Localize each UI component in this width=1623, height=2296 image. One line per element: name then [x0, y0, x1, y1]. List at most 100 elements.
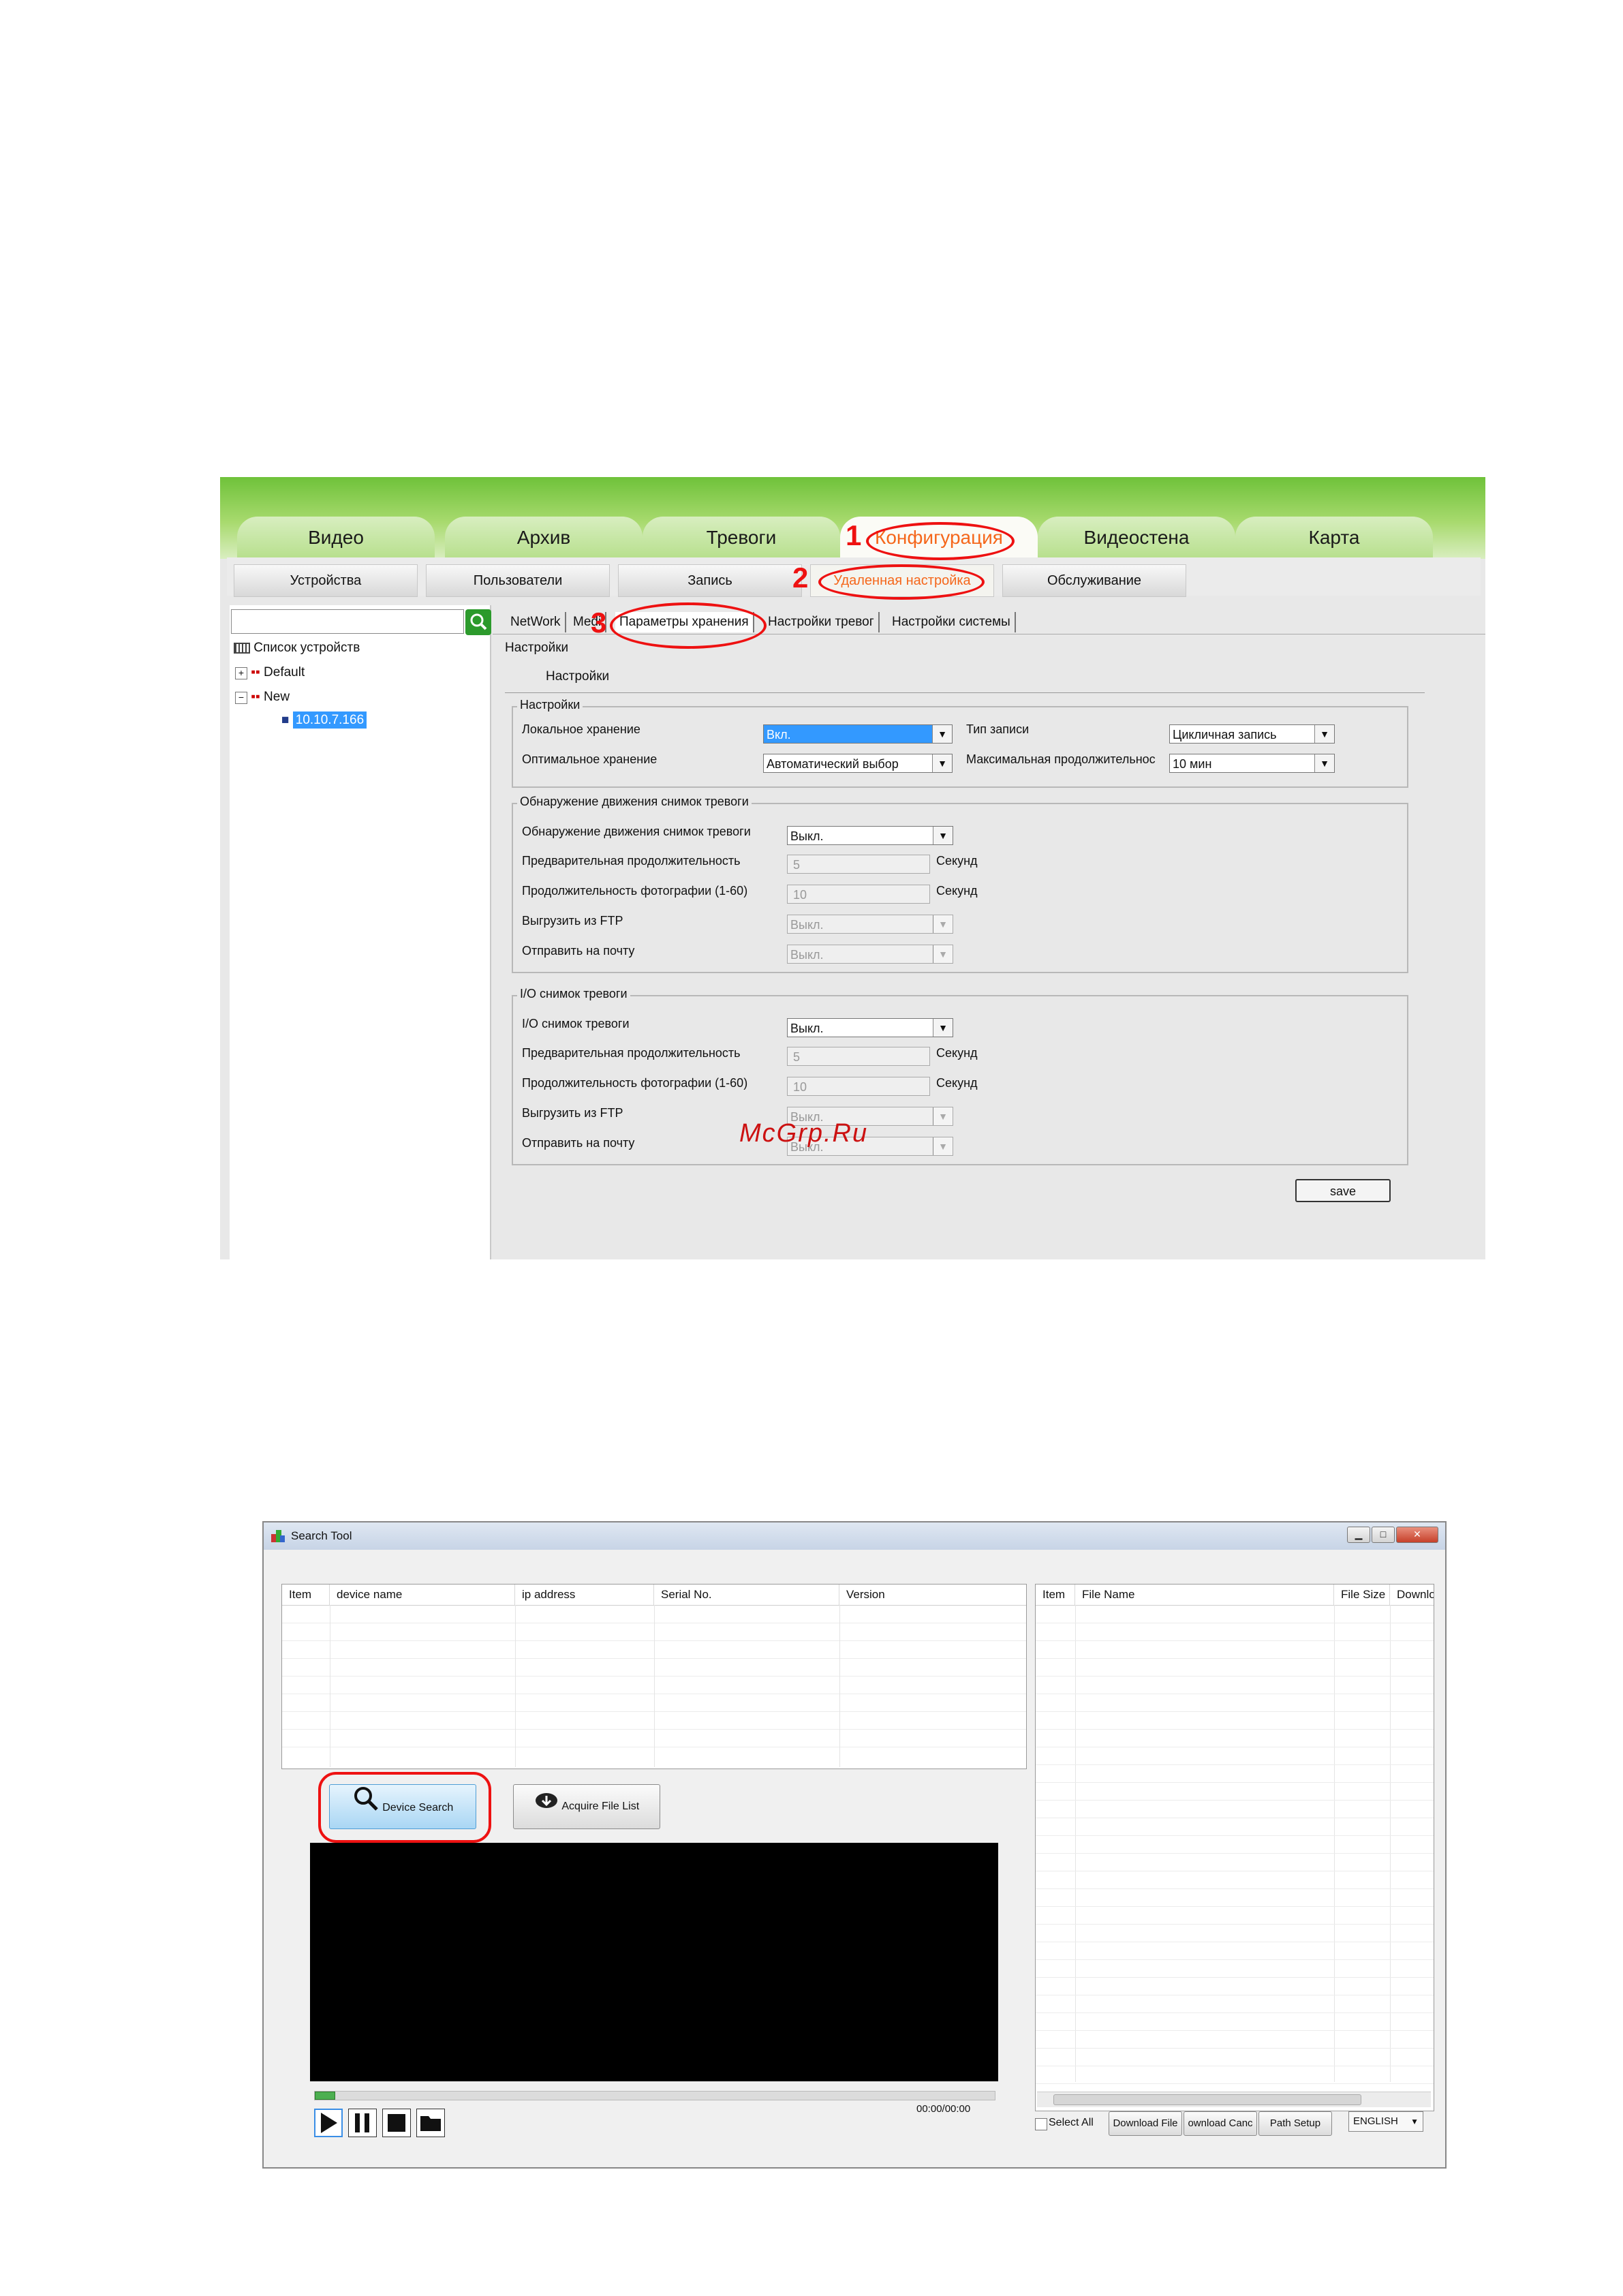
column-line [1075, 1605, 1076, 2082]
tab-archive[interactable]: Архив [445, 517, 643, 557]
settings-group [512, 706, 1408, 788]
path-setup-button[interactable]: Path Setup [1258, 2111, 1332, 2136]
chevron-down-icon[interactable]: ▼ [933, 1107, 953, 1125]
section-divider [505, 692, 1425, 693]
chevron-down-icon[interactable]: ▼ [933, 945, 953, 963]
collapse-icon[interactable]: − [235, 692, 247, 704]
progress-slider[interactable] [314, 2091, 995, 2100]
video-preview[interactable] [310, 1843, 998, 2081]
horizontal-scrollbar[interactable] [1037, 2092, 1431, 2107]
tab-video[interactable]: Видео [237, 517, 435, 557]
row-line [1036, 1977, 1434, 1978]
motion-group-title: Обнаружение движения снимок тревоги [517, 795, 752, 809]
inner-subtab[interactable]: Настройки [546, 669, 609, 684]
subtab-users[interactable]: Пользователи [426, 564, 610, 597]
select-all-checkbox[interactable] [1035, 2118, 1047, 2130]
acquire-file-list-button[interactable]: Acquire File List [513, 1784, 660, 1829]
chevron-down-icon[interactable]: ▼ [1410, 2112, 1419, 2131]
local-storage-select[interactable]: Вкл. ▼ [763, 724, 953, 744]
expand-icon[interactable]: + [235, 667, 247, 679]
chevron-down-icon[interactable]: ▼ [932, 725, 952, 743]
cfg-tab-alarm-settings[interactable]: Настройки тревог [764, 612, 880, 632]
tab-map[interactable]: Карта [1235, 517, 1433, 557]
row-line [1036, 1711, 1434, 1712]
tab-alarms[interactable]: Тревоги [643, 517, 840, 557]
max-duration-select[interactable]: 10 мин ▼ [1169, 754, 1335, 773]
io-photo-duration-input[interactable]: 10 [787, 1077, 930, 1096]
subtab-record[interactable]: Запись [618, 564, 802, 597]
open-folder-button[interactable] [416, 2109, 445, 2137]
seconds-label: Секунд [936, 1076, 978, 1090]
stop-button[interactable] [382, 2109, 411, 2137]
cfg-tab-system-settings[interactable]: Настройки системы [888, 612, 1016, 632]
tree-device-item[interactable]: ■ 10.10.7.166 [281, 711, 367, 729]
folder-icon [420, 2116, 441, 2131]
maximize-button[interactable]: □ [1372, 1527, 1395, 1543]
row-line [1036, 1764, 1434, 1765]
column-header[interactable]: ip address [515, 1585, 654, 1605]
row-line [1036, 1853, 1434, 1854]
record-type-select[interactable]: Цикличная запись ▼ [1169, 724, 1335, 744]
stop-icon [388, 2114, 405, 2132]
io-select[interactable]: Выкл. ▼ [787, 1018, 953, 1037]
subtab-devices[interactable]: Устройства [234, 564, 418, 597]
column-header[interactable]: Downlo [1390, 1585, 1434, 1605]
optimal-storage-select[interactable]: Автоматический выбор ▼ [763, 754, 953, 773]
annotation-rounded-box [318, 1772, 491, 1843]
motion-select[interactable]: Выкл. ▼ [787, 826, 953, 845]
tree-node-default[interactable]: + ▪▪ Default [235, 665, 305, 680]
subtab-maintenance[interactable]: Обслуживание [1002, 564, 1186, 597]
motion-ftp-label: Выгрузить из FTP [522, 914, 623, 928]
close-button[interactable]: ✕ [1396, 1527, 1438, 1543]
column-line [654, 1605, 655, 1767]
progress-handle[interactable] [315, 2092, 335, 2100]
tree-root[interactable]: Список устройств [234, 641, 360, 656]
pause-button[interactable] [348, 2109, 377, 2137]
row-line [1036, 1959, 1434, 1960]
tree-node-new[interactable]: − ▪▪ New [235, 690, 290, 705]
column-header[interactable]: Item [282, 1585, 330, 1605]
column-header[interactable]: File Name [1075, 1585, 1334, 1605]
column-header[interactable]: File Size [1334, 1585, 1390, 1605]
chevron-down-icon[interactable]: ▼ [932, 754, 952, 772]
motion-mail-select[interactable]: Выкл. ▼ [787, 945, 953, 964]
chevron-down-icon[interactable]: ▼ [933, 827, 953, 844]
row-line [1036, 2030, 1434, 2031]
row-line [1036, 1676, 1434, 1677]
config-screenshot: Видео Архив Тревоги Конфигурация Видеост… [220, 477, 1485, 1259]
motion-ftp-select[interactable]: Выкл. ▼ [787, 915, 953, 934]
cfg-tab-network[interactable]: NetWork [506, 612, 566, 632]
play-button[interactable] [314, 2109, 343, 2137]
column-header[interactable]: device name [330, 1585, 515, 1605]
io-label: I/O снимок тревоги [522, 1017, 630, 1030]
title-bar: Search Tool ▁ □ ✕ [264, 1522, 1445, 1550]
chevron-down-icon[interactable]: ▼ [933, 1137, 953, 1155]
motion-photo-duration-input[interactable]: 10 [787, 885, 930, 904]
minimize-button[interactable]: ▁ [1347, 1527, 1370, 1543]
chevron-down-icon[interactable]: ▼ [933, 1019, 953, 1037]
download-file-button[interactable]: Download File [1109, 2111, 1182, 2136]
search-button[interactable] [465, 609, 491, 635]
io-photo-duration-label: Продолжительность фотографии (1-60) [522, 1076, 748, 1090]
row-line [1036, 2083, 1434, 2084]
io-mail-label: Отправить на почту [522, 1136, 635, 1150]
language-select[interactable]: ENGLISH ▼ [1348, 2111, 1423, 2132]
tab-videowall[interactable]: Видеостена [1038, 517, 1235, 557]
column-header[interactable]: Version [839, 1585, 1026, 1605]
file-list-table[interactable]: Item File Name File Size Downlo [1035, 1584, 1434, 2111]
chevron-down-icon[interactable]: ▼ [933, 915, 953, 933]
device-search-input[interactable] [231, 609, 464, 634]
motion-pre-duration-input[interactable]: 5 [787, 855, 930, 874]
column-line [1334, 1605, 1335, 2082]
chevron-down-icon[interactable]: ▼ [1314, 725, 1334, 743]
chevron-down-icon[interactable]: ▼ [1314, 754, 1334, 772]
device-list-table[interactable]: Item device name ip address Serial No. V… [281, 1584, 1027, 1769]
save-button[interactable]: save [1295, 1179, 1391, 1202]
io-ftp-label: Выгрузить из FTP [522, 1106, 623, 1120]
column-header[interactable]: Serial No. [654, 1585, 839, 1605]
column-header[interactable]: Item [1036, 1585, 1075, 1605]
io-pre-duration-input[interactable]: 5 [787, 1047, 930, 1066]
scrollbar-thumb[interactable] [1053, 2094, 1361, 2105]
download-cancel-button[interactable]: ownload Canc [1184, 2111, 1257, 2136]
inner-tab[interactable]: Настройки [505, 641, 568, 656]
